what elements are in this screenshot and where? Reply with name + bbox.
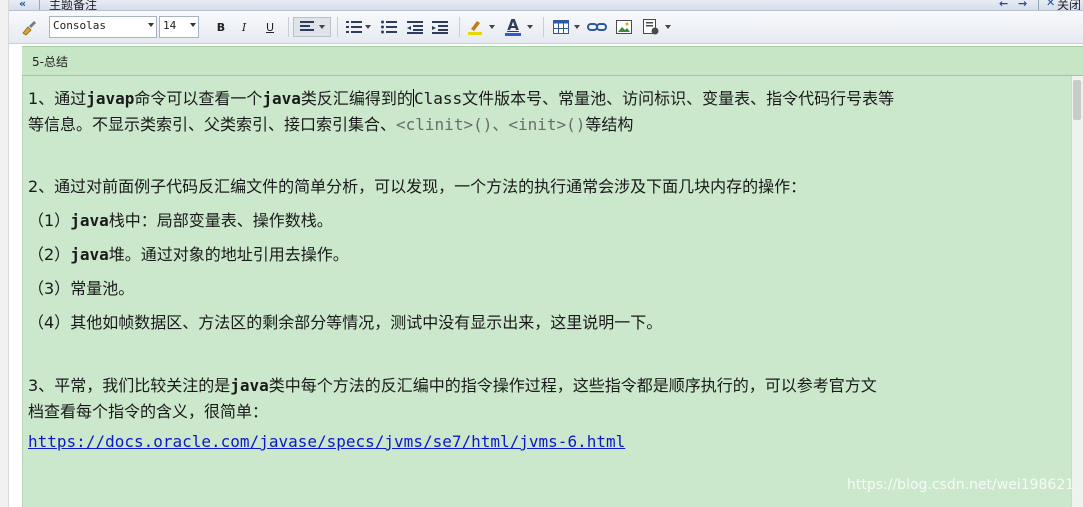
italic-button[interactable]: I (235, 17, 253, 37)
list-number: （4） (28, 313, 71, 332)
keyword-java: java (70, 211, 109, 230)
text-run: 栈中：局部变量表、操作数栈。 (108, 211, 333, 230)
note-section-header: 5-总结 (22, 46, 1083, 76)
paragraph-number: 3、 (28, 376, 55, 395)
numbered-list-button[interactable] (343, 17, 373, 37)
formatting-toolbar: Consolas 14 B I U A (9, 11, 1083, 44)
text-run: 文件版本号、常量池、访问标识、变量表、指令代码行号表等 (462, 89, 895, 108)
insert-object-button[interactable] (641, 17, 661, 37)
font-color-icon: A (507, 16, 519, 34)
text-run: 等结构 (585, 115, 634, 134)
bullet-list-icon (381, 20, 397, 34)
close-icon[interactable]: ✕ (1046, 0, 1055, 9)
jvms-doc-link[interactable]: https://docs.oracle.com/javase/specs/jvm… (28, 432, 625, 451)
insert-image-button[interactable] (614, 17, 634, 37)
format-painter-button[interactable] (19, 17, 39, 37)
chevron-down-icon[interactable] (665, 25, 671, 29)
numbered-list-icon (345, 21, 362, 33)
window-left-edge (0, 0, 9, 507)
chevron-down-icon[interactable] (527, 25, 533, 29)
paragraph-3-line-2: 档查看每个指令的含义，很简单： (28, 402, 269, 421)
chevron-down-icon (190, 23, 196, 27)
keyword-java: java (70, 245, 109, 264)
titlebar-divider (39, 0, 40, 10)
text-run: 类反汇编得到的 (300, 89, 413, 108)
font-family-value: Consolas (53, 19, 106, 32)
toolbar-divider (337, 17, 338, 37)
keyword-class: Class (413, 89, 463, 108)
align-button[interactable] (293, 17, 331, 37)
bold-button[interactable]: B (212, 17, 230, 37)
previous-note-arrow-icon[interactable]: ← (999, 0, 1008, 10)
outdent-icon (407, 21, 423, 34)
bullet-list-button[interactable] (379, 17, 399, 37)
insert-link-button[interactable] (586, 17, 608, 37)
scrollbar-thumb[interactable] (1073, 80, 1081, 120)
text-run: 常量池。 (70, 279, 135, 298)
note-editor[interactable]: 1、通过javap命令可以查看一个java类反汇编得到的Class文件版本号、常… (22, 76, 1083, 507)
toolbar-divider (543, 17, 544, 37)
chevron-down-icon[interactable] (489, 25, 495, 29)
panel-title: 主题备注 (49, 0, 98, 11)
chevron-down-icon (148, 23, 154, 27)
code-init: <init>() (508, 115, 586, 134)
notes-panel-titlebar: « 主题备注 ← → ✕ 关闭 (9, 0, 1083, 11)
underline-button[interactable]: U (261, 17, 279, 37)
image-icon (616, 20, 632, 34)
decrease-indent-button[interactable] (405, 17, 425, 37)
list-item-4: （4）其他如帧数据区、方法区的剩余部分等情况，测试中没有显示出来，这里说明一下。 (28, 312, 662, 334)
text-run: 堆。通过对象的地址引用去操作。 (108, 245, 349, 264)
paragraph-3-line-1: 3、平常，我们比较关注的是java类中每个方法的反汇编中的指令操作过程，这些指令… (28, 375, 877, 397)
keyword-javap: javap (86, 89, 135, 108)
keyword-java: java (262, 89, 301, 108)
section-title: 5-总结 (32, 55, 68, 69)
font-size-select[interactable]: 14 (159, 16, 199, 38)
text-run: 平常，我们比较关注的是 (54, 376, 231, 395)
indent-icon (432, 21, 448, 34)
code-clinit: <clinit>() (396, 115, 493, 134)
insert-object-icon (643, 19, 659, 35)
text-run: 其他如帧数据区、方法区的剩余部分等情况，测试中没有显示出来，这里说明一下。 (70, 313, 663, 332)
toolbar-divider (459, 17, 460, 37)
font-size-value: 14 (163, 19, 177, 32)
next-note-arrow-icon[interactable]: → (1018, 0, 1027, 10)
close-panel-button[interactable]: 关闭 (1057, 0, 1081, 10)
link-icon (587, 23, 607, 31)
list-number: （2） (28, 245, 71, 264)
collapse-panel-icon[interactable]: « (19, 0, 26, 10)
watermark: https://blog.csdn.net/wei198621 (847, 477, 1075, 493)
text-run: 、 (492, 115, 509, 134)
text-run: 通过 (54, 89, 87, 108)
list-number: （1） (28, 211, 71, 230)
table-icon (553, 20, 569, 34)
chevron-down-icon (364, 25, 371, 29)
chevron-down-icon (319, 25, 325, 29)
list-item-3: （3）常量池。 (28, 278, 134, 300)
text-run: 等信息。不显示类索引、父类索引、接口索引集合、 (28, 115, 397, 134)
paragraph-1-line-1: 1、通过javap命令可以查看一个java类反汇编得到的Class文件版本号、常… (28, 88, 894, 110)
text-run: 命令可以查看一个 (134, 89, 263, 108)
insert-table-button[interactable] (551, 17, 571, 37)
format-painter-icon (22, 21, 36, 36)
jvms-doc-link-line: https://docs.oracle.com/javase/specs/jvm… (28, 431, 625, 453)
list-item-1: （1）java栈中：局部变量表、操作数栈。 (28, 210, 333, 232)
font-family-select[interactable]: Consolas (49, 16, 157, 38)
highlight-color-button[interactable] (465, 17, 485, 37)
increase-indent-button[interactable] (430, 17, 450, 37)
paragraph-1-line-2: 等信息。不显示类索引、父类索引、接口索引集合、<clinit>()、<init>… (28, 114, 633, 136)
paragraph-2: 2、通过对前面例子代码反汇编文件的简单分析，可以发现，一个方法的执行通常会涉及下… (28, 177, 807, 196)
highlighter-icon (468, 21, 482, 35)
titlebar-divider-right (1038, 0, 1039, 10)
toolbar-divider (288, 17, 289, 37)
list-item-2: （2）java堆。通过对象的地址引用去操作。 (28, 244, 349, 266)
text-run: 类中每个方法的反汇编中的指令操作过程，这些指令都是顺序执行的，可以参考官方文 (268, 376, 877, 395)
font-color-swatch (505, 33, 521, 36)
align-left-icon (300, 21, 314, 31)
list-number: （3） (28, 279, 71, 298)
font-color-button[interactable]: A (503, 17, 523, 37)
paragraph-number: 1、 (28, 89, 55, 108)
editor-scrollbar[interactable] (1071, 76, 1083, 507)
chevron-down-icon[interactable] (574, 25, 580, 29)
keyword-java: java (230, 376, 269, 395)
